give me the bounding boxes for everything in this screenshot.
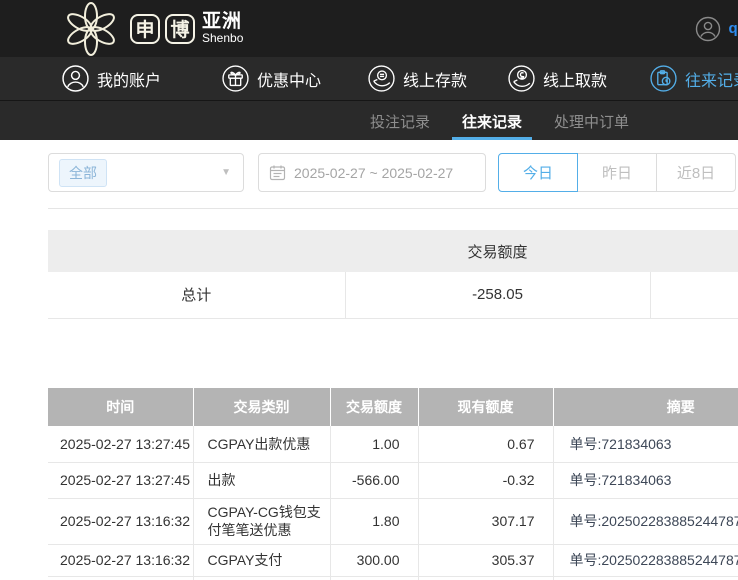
tab-transaction-records[interactable]: 往来记录 [460, 101, 524, 141]
summary-header-spacer [48, 230, 345, 272]
cell-memo: 单号:721834063 [553, 426, 738, 462]
nav-item-label: 线上存款 [403, 67, 467, 91]
cell-time: 2025-02-27 13:16:32 [48, 544, 193, 576]
cell-time: 2025-02-27 13:27:45 [48, 462, 193, 498]
nav-item-online-deposit[interactable]: 线上存款 [368, 57, 467, 100]
summary-empty-cell [650, 272, 738, 318]
cell-balance: 307.17 [418, 498, 553, 544]
cell-type: 出款 [193, 462, 330, 498]
nav-item-transaction-records[interactable]: 往来记录 [650, 57, 738, 100]
chevron-down-icon: ▼ [221, 167, 231, 178]
nav-item-online-withdrawal[interactable]: 线上取款 [508, 57, 607, 100]
nav-item-label: 线上取款 [543, 67, 607, 91]
filter-bar: 全部 ▼ 2025-02-27 ~ 2025-02-27 今日 昨日 近8日 [0, 140, 738, 208]
tab-processing-orders[interactable]: 处理中订单 [552, 101, 631, 141]
summary-amount-header: 交易额度 [345, 230, 650, 272]
logo-char-box: 博 [165, 14, 195, 44]
withdraw-coin-icon [508, 65, 535, 92]
cell-type: CGPAY出款优惠 [193, 426, 330, 462]
logo-char-box: 申 [130, 14, 160, 44]
divider [48, 208, 738, 209]
type-select[interactable]: 全部 ▼ [48, 153, 244, 192]
last-8-days-button[interactable]: 近8日 [656, 153, 736, 192]
tab-betting-records[interactable]: 投注记录 [368, 101, 432, 141]
account-icon [62, 65, 89, 92]
lotus-flower-icon [58, 1, 124, 57]
cell-time: 2025-02-27 13:16:32 [48, 498, 193, 544]
user-area[interactable]: qhh [695, 0, 738, 57]
cell-balance: 305.37 [418, 544, 553, 576]
cell-memo: 单号:202502283885244787 [553, 544, 738, 576]
col-header-time: 时间 [48, 388, 193, 426]
cell-memo: 单号:721834063 [553, 462, 738, 498]
page: 申 博 亚洲 Shenbo qhh [0, 0, 738, 580]
cell-balance: 0.67 [418, 426, 553, 462]
logo-region-cn: 亚洲 [202, 12, 243, 32]
records-clipboard-icon [650, 65, 677, 92]
summary-total-row: 总计 -258.05 [48, 272, 738, 318]
username-label[interactable]: qhh [729, 20, 738, 37]
nav-item-label: 往来记录 [685, 67, 738, 91]
gift-icon [222, 65, 249, 92]
col-header-balance: 现有额度 [418, 388, 553, 426]
table-row: 2025-02-27 13:27:45 CGPAY出款优惠 1.00 0.67 … [48, 426, 738, 462]
nav-item-promotions[interactable]: 优惠中心 [222, 57, 321, 100]
main-nav: 我的账户 优惠中心 [0, 57, 738, 100]
cell-amount: 300.00 [330, 544, 418, 576]
table-row: 2025-02-27 13:16:32 CGPAY支付 300.00 305.3… [48, 544, 738, 576]
top-brand-bar: 申 博 亚洲 Shenbo qhh [0, 0, 738, 57]
nav-item-label: 优惠中心 [257, 67, 321, 91]
date-range-input[interactable]: 2025-02-27 ~ 2025-02-27 [258, 153, 486, 192]
cell-time: 2025-02-27 13:27:45 [48, 426, 193, 462]
nav-item-label: 我的账户 [97, 67, 161, 91]
record-tabs: 投注记录 往来记录 处理中订单 [368, 101, 631, 141]
cell-amount: -566.00 [330, 462, 418, 498]
logo-region: 亚洲 Shenbo [202, 12, 243, 45]
cell-memo: 单号:202502283885244787 [553, 498, 738, 544]
records-header-row: 时间 交易类别 交易额度 现有额度 摘要 [48, 388, 738, 426]
today-button[interactable]: 今日 [498, 153, 578, 192]
summary-total-value: -258.05 [345, 272, 650, 318]
summary-table: 交易额度 总计 -258.05 [48, 230, 738, 319]
col-header-type: 交易类别 [193, 388, 330, 426]
cell-balance: -0.32 [418, 462, 553, 498]
col-header-amount: 交易额度 [330, 388, 418, 426]
nav-item-my-account[interactable]: 我的账户 [62, 57, 161, 100]
col-header-memo: 摘要 [553, 388, 738, 426]
records-table: 时间 交易类别 交易额度 现有额度 摘要 2025-02-27 13:27:45… [48, 388, 738, 580]
user-circle-icon [695, 16, 721, 42]
table-row: 2025-02-27 13:27:45 出款 -566.00 -0.32 单号:… [48, 462, 738, 498]
date-range-value: 2025-02-27 ~ 2025-02-27 [294, 165, 453, 181]
sub-nav: 投注记录 往来记录 处理中订单 [0, 100, 738, 140]
table-row-partial [48, 576, 738, 580]
logo-region-en: Shenbo [202, 32, 243, 45]
cell-amount: 1.00 [330, 426, 418, 462]
cell-amount: 1.80 [330, 498, 418, 544]
deposit-coin-icon [368, 65, 395, 92]
summary-header-row: 交易额度 [48, 230, 738, 272]
type-select-value: 全部 [59, 159, 107, 187]
calendar-icon [269, 164, 286, 181]
quick-date-buttons: 今日 昨日 近8日 [498, 153, 736, 192]
cell-type: CGPAY-CG钱包支付笔笔送优惠 [193, 498, 330, 544]
yesterday-button[interactable]: 昨日 [577, 153, 657, 192]
cell-type: CGPAY支付 [193, 544, 330, 576]
summary-total-label: 总计 [48, 272, 345, 318]
summary-header-spacer [650, 230, 738, 272]
table-row: 2025-02-27 13:16:32 CGPAY-CG钱包支付笔笔送优惠 1.… [48, 498, 738, 544]
brand-logo[interactable]: 申 博 亚洲 Shenbo [58, 0, 243, 57]
